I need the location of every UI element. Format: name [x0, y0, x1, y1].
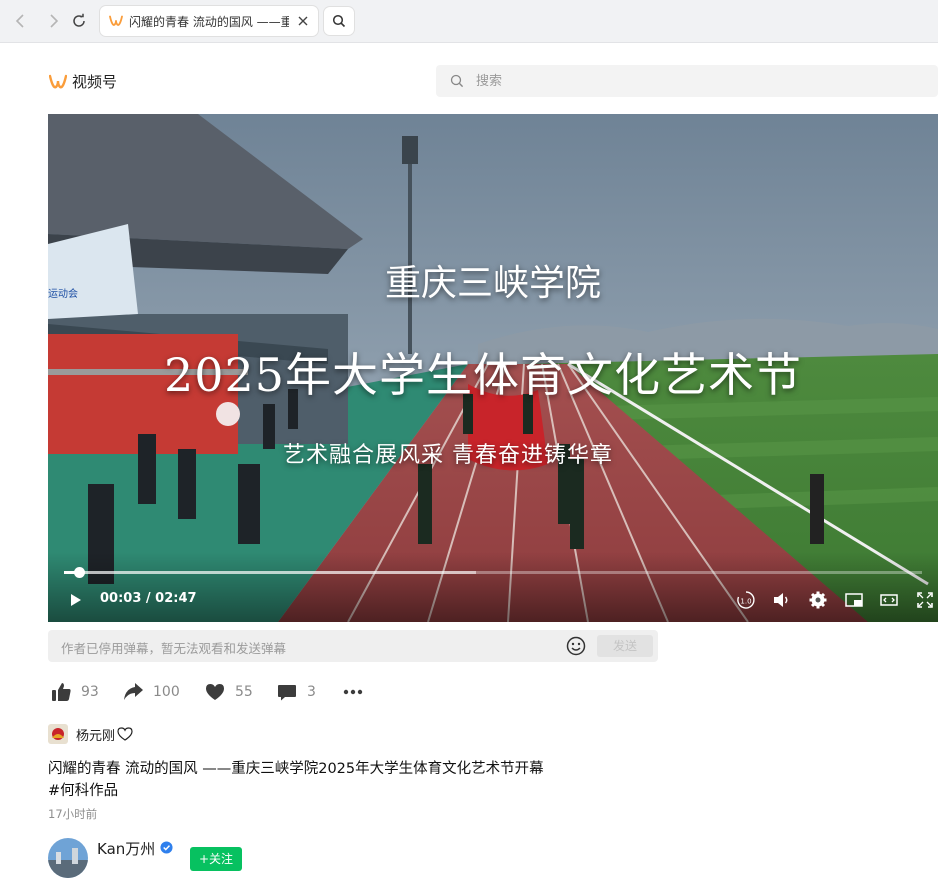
site-brand[interactable]: 视频号 [49, 71, 117, 92]
verified-badge-icon [160, 841, 173, 854]
tab-active[interactable]: 闪耀的青春 流动的国风 ——重庆三峡学院2025年大学生体育文化艺术节开幕 [100, 6, 318, 36]
reload-icon [73, 13, 85, 27]
forward-button[interactable] [41, 9, 65, 33]
volume-button[interactable] [770, 589, 792, 611]
post-author[interactable]: 杨元刚 [48, 724, 133, 744]
like-button[interactable]: 93 [50, 681, 99, 703]
heart-outline-icon [117, 727, 133, 741]
fullscreen-button[interactable] [914, 589, 936, 611]
cast-icon [845, 593, 863, 607]
post-description: 闪耀的青春 流动的国风 ——重庆三峡学院2025年大学生体育文化艺术节开幕 #何… [48, 758, 544, 802]
speed-icon: 1.0 [737, 591, 755, 609]
thumbs-up-icon [52, 683, 71, 701]
settings-button[interactable] [807, 589, 829, 611]
brand-name: 视频号 [72, 73, 118, 91]
theater-mode-button[interactable] [878, 589, 900, 611]
gear-icon [809, 591, 827, 609]
avatar[interactable] [48, 724, 68, 744]
share-button[interactable]: 100 [122, 681, 180, 703]
speed-button[interactable]: 1.0 [735, 589, 757, 611]
heart-icon [206, 684, 224, 700]
like-count: 93 [81, 684, 99, 700]
progress-buffered [64, 571, 476, 574]
tab-title: 闪耀的青春 流动的国风 ——重庆三峡学院2025年大学生体育文化艺术节开幕 [129, 14, 289, 29]
author-name: 杨元刚 [76, 728, 116, 744]
time-display: 00:03 / 02:47 [100, 591, 197, 606]
channel-avatar-image [48, 838, 88, 878]
close-icon[interactable] [296, 14, 310, 28]
send-button[interactable]: 发送 [597, 635, 653, 657]
post-time: 17小时前 [48, 807, 98, 821]
site-search-box[interactable] [436, 65, 938, 97]
channel-name[interactable]: Kan万州 [97, 838, 155, 859]
theater-mode-icon [880, 594, 898, 606]
channel-info: Kan万州 +关注 [48, 836, 938, 878]
search-input[interactable] [474, 72, 898, 90]
browser-search-button[interactable] [324, 7, 354, 35]
search-icon [450, 74, 464, 88]
channels-logo-icon [109, 15, 123, 26]
more-dots-icon [343, 689, 363, 695]
favorite-count: 55 [235, 684, 253, 700]
play-icon [71, 594, 81, 606]
share-icon [124, 683, 143, 700]
channel-avatar[interactable] [48, 838, 88, 878]
follow-button[interactable]: +关注 [190, 847, 242, 871]
overlay-slogan: 艺术融合展风采 青春奋进铸华章 [283, 443, 613, 468]
video-player[interactable]: 运动会 重庆三峡学院 2025年大学生体育文化艺术节 艺术融合展风采 青春奋进铸… [48, 114, 938, 622]
emoji-icon[interactable] [566, 636, 586, 656]
cast-button[interactable] [843, 589, 865, 611]
post-hashtag[interactable]: #何科作品 [48, 780, 544, 802]
reload-button[interactable] [67, 9, 91, 33]
danmaku-bar: 作者已停用弹幕，暂无法观看和发送弹幕 发送 [48, 630, 658, 662]
comment-button[interactable]: 3 [276, 681, 316, 703]
speed-label: 1.0 [740, 598, 751, 606]
fullscreen-icon [917, 592, 933, 608]
controls-shade [48, 552, 938, 622]
overlay-title: 重庆三峡学院 [384, 263, 601, 304]
volume-icon [774, 593, 788, 607]
comment-icon [278, 685, 296, 701]
play-button[interactable] [64, 589, 86, 611]
channels-logo-icon [49, 74, 67, 88]
post-title: 闪耀的青春 流动的国风 ——重庆三峡学院2025年大学生体育文化艺术节开幕 [48, 761, 544, 777]
favorite-button[interactable]: 55 [204, 681, 253, 703]
overlay-subtitle: 2025年大学生体育文化艺术节 [163, 348, 803, 402]
danmaku-disabled-text: 作者已停用弹幕，暂无法观看和发送弹幕 [61, 641, 287, 656]
comment-count: 3 [307, 684, 316, 700]
browser-toolbar: 闪耀的青春 流动的国风 ——重庆三峡学院2025年大学生体育文化艺术节开幕 [0, 0, 938, 43]
progress-bar[interactable] [64, 567, 922, 578]
search-icon [332, 14, 346, 28]
avatar-image [48, 724, 68, 744]
share-count: 100 [153, 684, 180, 700]
arrow-left-icon [15, 14, 24, 28]
back-button[interactable] [9, 9, 33, 33]
arrow-right-icon [50, 14, 59, 28]
more-button[interactable] [342, 681, 364, 703]
